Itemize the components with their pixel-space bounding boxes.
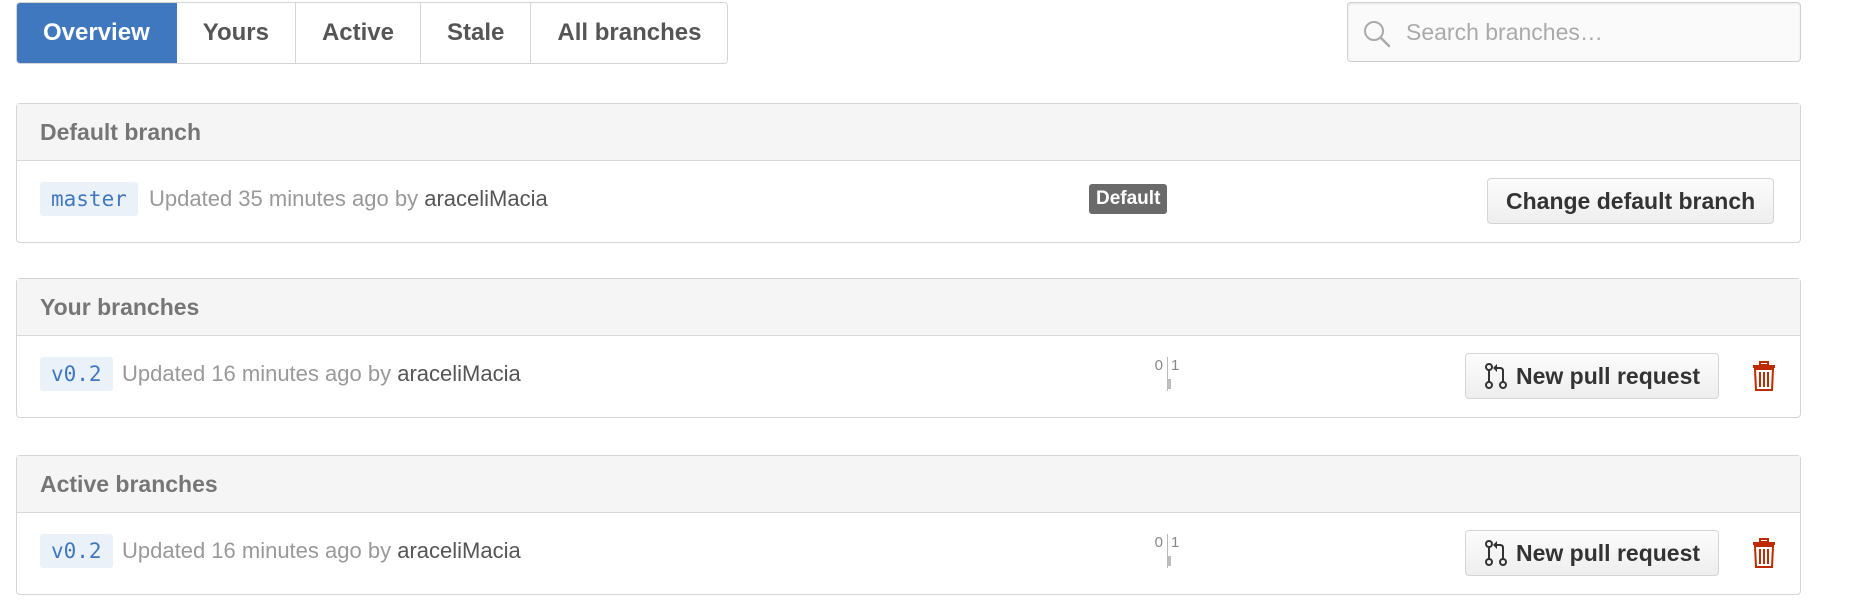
active-branches-section: Active branches v0.2 Updated 16 minutes …	[16, 455, 1801, 595]
updated-text: Updated 35 minutes ago by	[149, 186, 419, 211]
search-box	[1347, 2, 1801, 62]
author-link[interactable]: araceliMacia	[397, 538, 521, 563]
new-pull-request-button[interactable]: New pull request	[1465, 353, 1720, 399]
section-title: Default branch	[17, 104, 1800, 161]
ahead-bar	[1168, 379, 1171, 389]
new-pull-request-button[interactable]: New pull request	[1465, 530, 1720, 576]
branch-filter-tabs: Overview Yours Active Stale All branches	[16, 2, 729, 64]
branch-row: v0.2 Updated 16 minutes ago by araceliMa…	[17, 336, 1800, 417]
updated-text: Updated 16 minutes ago by	[122, 361, 392, 386]
ahead-behind-count: 0 1	[1137, 357, 1197, 397]
button-label: New pull request	[1516, 362, 1701, 389]
git-pull-request-icon	[1485, 363, 1507, 389]
branch-name-link[interactable]: master	[40, 182, 138, 216]
ahead-count: 1	[1171, 534, 1180, 551]
default-branch-section: Default branch master Updated 35 minutes…	[16, 103, 1801, 243]
search-icon	[1364, 21, 1391, 48]
tab-all-branches[interactable]: All branches	[531, 3, 728, 63]
author-link[interactable]: araceliMacia	[424, 186, 548, 211]
branch-updated-info: Updated 16 minutes ago by araceliMacia	[122, 357, 521, 391]
section-title: Your branches	[17, 279, 1800, 336]
section-title: Active branches	[17, 456, 1800, 513]
delete-branch-trash-icon[interactable]	[1752, 538, 1776, 568]
updated-text: Updated 16 minutes ago by	[122, 538, 392, 563]
branch-name-link[interactable]: v0.2	[40, 357, 113, 391]
branch-updated-info: Updated 35 minutes ago by araceliMacia	[149, 182, 548, 216]
ahead-count: 1	[1171, 357, 1180, 374]
tab-yours[interactable]: Yours	[176, 3, 296, 63]
branch-row: v0.2 Updated 16 minutes ago by araceliMa…	[17, 513, 1800, 594]
tab-overview[interactable]: Overview	[17, 3, 177, 63]
button-label: Change default branch	[1506, 187, 1756, 214]
your-branches-section: Your branches v0.2 Updated 16 minutes ag…	[16, 278, 1801, 418]
branch-updated-info: Updated 16 minutes ago by araceliMacia	[122, 534, 521, 568]
behind-count: 0	[1154, 357, 1163, 374]
author-link[interactable]: araceliMacia	[397, 361, 521, 386]
git-pull-request-icon	[1485, 540, 1507, 566]
search-branches-input[interactable]	[1404, 17, 1788, 47]
delete-branch-trash-icon[interactable]	[1752, 361, 1776, 391]
ahead-behind-count: 0 1	[1137, 534, 1197, 574]
button-label: New pull request	[1516, 539, 1701, 566]
behind-count: 0	[1154, 534, 1163, 551]
branch-row: master Updated 35 minutes ago by araceli…	[17, 161, 1800, 242]
tab-active[interactable]: Active	[295, 3, 422, 63]
default-badge: Default	[1089, 184, 1168, 214]
tab-stale[interactable]: Stale	[421, 3, 532, 63]
ahead-bar	[1168, 556, 1171, 566]
branch-name-link[interactable]: v0.2	[40, 534, 113, 568]
change-default-branch-button[interactable]: Change default branch	[1487, 178, 1775, 224]
